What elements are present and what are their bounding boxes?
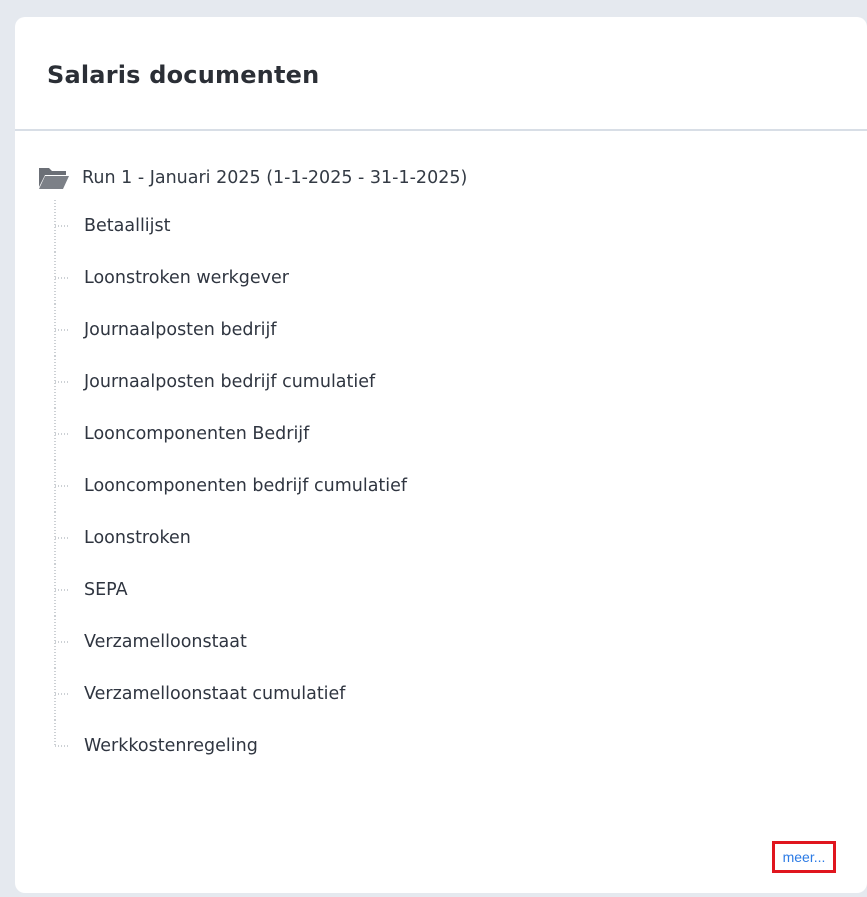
tree-item[interactable]: SEPA	[54, 564, 867, 616]
tree-item[interactable]: Looncomponenten bedrijf cumulatief	[54, 460, 867, 512]
tree-connector	[54, 460, 68, 512]
tree-connector	[54, 720, 68, 747]
tree-run-label: Run 1 - Januari 2025 (1-1-2025 - 31-1-20…	[82, 168, 468, 188]
tree-item-label: Journaalposten bedrijf cumulatief	[84, 372, 376, 392]
tree-connector	[54, 512, 68, 564]
tree-item-label: Werkkostenregeling	[84, 736, 258, 756]
tree-item[interactable]: Journaalposten bedrijf cumulatief	[54, 356, 867, 408]
tree-item-label: Loonstroken	[84, 528, 191, 548]
tree-connector	[54, 356, 68, 408]
tree-item-label: Looncomponenten Bedrijf	[84, 424, 310, 444]
tree-item[interactable]: Verzamelloonstaat cumulatief	[54, 668, 867, 720]
tree-item-label: Journaalposten bedrijf	[84, 320, 277, 340]
tree-connector	[54, 304, 68, 356]
tree-item[interactable]: Werkkostenregeling	[54, 720, 867, 772]
tree-item-label: Looncomponenten bedrijf cumulatief	[84, 476, 408, 496]
tree-item-label: SEPA	[84, 580, 128, 600]
panel-header: Salaris documenten	[15, 17, 867, 131]
more-link[interactable]: meer...	[772, 841, 836, 873]
tree-item[interactable]: Loonstroken	[54, 512, 867, 564]
tree-connector	[54, 408, 68, 460]
tree-children: Betaallijst Loonstroken werkgever Journaal…	[54, 196, 867, 772]
tree-connector	[54, 252, 68, 304]
tree-item[interactable]: Loonstroken werkgever	[54, 252, 867, 304]
tree-connector	[54, 668, 68, 720]
tree-item[interactable]: Journaalposten bedrijf	[54, 304, 867, 356]
tree-connector	[54, 616, 68, 668]
tree-item[interactable]: Verzamelloonstaat	[54, 616, 867, 668]
tree-item-label: Verzamelloonstaat	[84, 632, 247, 652]
tree-connector	[54, 200, 68, 252]
tree-item[interactable]: Looncomponenten Bedrijf	[54, 408, 867, 460]
folder-open-icon	[39, 168, 69, 189]
tree-item-label: Verzamelloonstaat cumulatief	[84, 684, 346, 704]
panel-title: Salaris documenten	[47, 61, 320, 89]
tree-item[interactable]: Betaallijst	[54, 200, 867, 252]
tree-item-label: Betaallijst	[84, 216, 171, 236]
tree-run-node[interactable]: Run 1 - Januari 2025 (1-1-2025 - 31-1-20…	[38, 160, 867, 196]
document-tree: Run 1 - Januari 2025 (1-1-2025 - 31-1-20…	[38, 160, 867, 772]
tree-item-label: Loonstroken werkgever	[84, 268, 289, 288]
tree-connector	[54, 564, 68, 616]
